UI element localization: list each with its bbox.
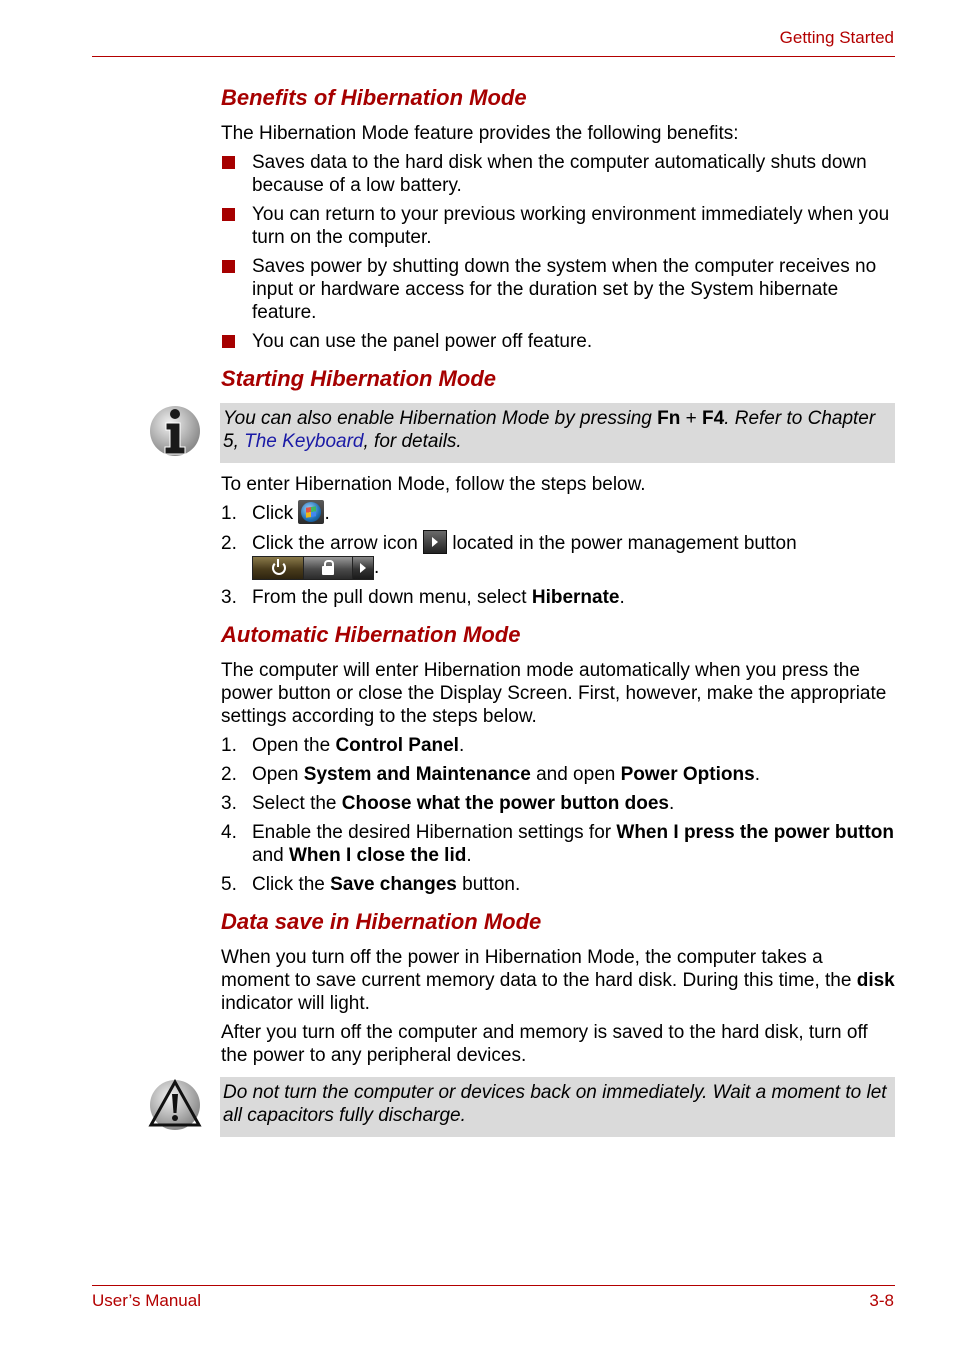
key-f4: F4 [702, 408, 725, 429]
arrow-right-icon [353, 557, 373, 579]
bullet-square-icon [222, 260, 235, 273]
keyboard-chapter-link[interactable]: The Keyboard [244, 431, 363, 452]
list-item: Saves power by shutting down the system … [221, 255, 895, 324]
section-heading-datasave: Data save in Hibernation Mode [221, 909, 542, 934]
bullet-square-icon [222, 335, 235, 348]
list-item: 1. Open the Control Panel. [221, 735, 465, 756]
section-heading-automatic: Automatic Hibernation Mode [221, 622, 521, 647]
list-item: Saves data to the hard disk when the com… [221, 151, 895, 197]
page-number: 3-8 [869, 1291, 894, 1310]
list-item: 3. Select the Choose what the power butto… [221, 793, 675, 814]
info-icon [150, 406, 200, 456]
benefits-list: Saves data to the hard disk when the com… [221, 151, 895, 353]
caution-note: Do not turn the computer or devices back… [148, 1077, 895, 1137]
list-item: 5. Click the Save changes button. [221, 874, 521, 895]
list-item: 4. Enable the desired Hibernation setting… [221, 822, 895, 866]
arrow-right-icon [423, 530, 448, 554]
windows-start-orb-icon [298, 500, 325, 524]
section-heading-benefits: Benefits of Hibernation Mode [221, 85, 527, 110]
page-content: Benefits of Hibernation Mode The Hiberna… [148, 84, 895, 1147]
list-item: You can return to your previous working … [221, 203, 895, 249]
bullet-square-icon [222, 156, 235, 169]
benefits-intro: The Hibernation Mode feature provides th… [221, 123, 739, 144]
list-item: 1. Click . [221, 500, 895, 526]
chapter-title: Getting Started [779, 28, 894, 47]
info-note: You can also enable Hibernation Mode by … [150, 403, 895, 463]
manual-title: User’s Manual [92, 1291, 201, 1310]
list-item: You can use the panel power off feature. [221, 330, 895, 353]
footer-rule [92, 1285, 895, 1286]
list-item: 2. Click the arrow icon located in the p… [221, 530, 895, 580]
datasave-para-2: After you turn off the computer and memo… [221, 1022, 868, 1066]
automatic-steps: 1. Open the Control Panel. 2. Open System … [221, 734, 895, 896]
section-heading-starting: Starting Hibernation Mode [221, 366, 496, 391]
lock-icon [304, 557, 353, 579]
power-management-button-icon [252, 556, 374, 580]
warning-icon [148, 1078, 202, 1130]
automatic-intro: The computer will enter Hibernation mode… [221, 660, 887, 727]
list-item: 3. From the pull down menu, select Hiber… [221, 587, 625, 608]
bullet-square-icon [222, 208, 235, 221]
power-icon [253, 557, 304, 579]
datasave-para-1: When you turn off the power in Hibernati… [221, 947, 895, 1014]
key-fn: Fn [657, 408, 681, 429]
starting-steps: 1. Click . 2. Click the arrow icon locat… [221, 500, 895, 609]
starting-intro: To enter Hibernation Mode, follow the st… [221, 474, 646, 495]
list-item: 2. Open System and Maintenance and open P… [221, 764, 760, 785]
header-rule [92, 56, 895, 57]
